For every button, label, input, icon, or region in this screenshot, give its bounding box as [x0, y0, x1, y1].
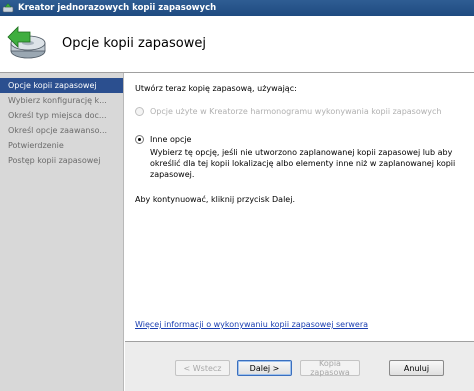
- other-options-description: Wybierz tę opcję, jeśli nie utworzono za…: [150, 148, 456, 179]
- wizard-header: Opcje kopii zapasowej: [0, 16, 474, 73]
- other-options-label: Inne opcje: [150, 135, 192, 144]
- next-button[interactable]: Dalej >: [237, 360, 292, 376]
- wizard-steps-sidebar: Opcje kopii zapasowej Wybierz konfigurac…: [0, 73, 124, 391]
- sidebar-item-select-configuration[interactable]: Wybierz konfigurację k...: [0, 93, 123, 108]
- sidebar-item-confirmation[interactable]: Potwierdzenie: [0, 138, 123, 153]
- cancel-button[interactable]: Anuluj: [389, 360, 444, 376]
- backup-button[interactable]: Kopia zapasowa: [300, 359, 360, 377]
- sidebar-item-destination-type[interactable]: Określ typ miejsca doc...: [0, 108, 123, 123]
- back-button[interactable]: < Wstecz: [175, 360, 230, 376]
- wizard-content: Utwórz teraz kopię zapasową, używając: O…: [125, 73, 474, 341]
- other-options-radio[interactable]: [135, 135, 144, 144]
- wizard-footer: < Wstecz Dalej > Kopia zapasowa Anuluj: [125, 341, 474, 391]
- sidebar-item-advanced-options[interactable]: Określ opcje zaawanso...: [0, 123, 123, 138]
- scheduled-options-label: Opcje użyte w Kreatorze harmonogramu wyk…: [150, 107, 442, 116]
- option-other-row: Inne opcje: [135, 135, 464, 144]
- continue-instruction: Aby kontynuować, kliknij przycisk Dalej.: [135, 195, 295, 204]
- lead-text: Utwórz teraz kopię zapasową, używając:: [135, 84, 297, 93]
- option-scheduled-row: Opcje użyte w Kreatorze harmonogramu wyk…: [135, 107, 464, 116]
- window-title: Kreator jednorazowych kopii zapasowych: [18, 3, 217, 13]
- scheduled-options-radio[interactable]: [135, 107, 144, 116]
- more-info-link[interactable]: Więcej informacji o wykonywaniu kopii za…: [135, 320, 368, 329]
- page-title: Opcje kopii zapasowej: [62, 36, 206, 51]
- backup-wizard-icon: [7, 26, 46, 59]
- backup-icon: [2, 3, 14, 13]
- sidebar-item-backup-options[interactable]: Opcje kopii zapasowej: [0, 78, 123, 93]
- title-bar[interactable]: Kreator jednorazowych kopii zapasowych: [0, 0, 474, 16]
- sidebar-item-backup-progress[interactable]: Postęp kopii zapasowej: [0, 153, 123, 168]
